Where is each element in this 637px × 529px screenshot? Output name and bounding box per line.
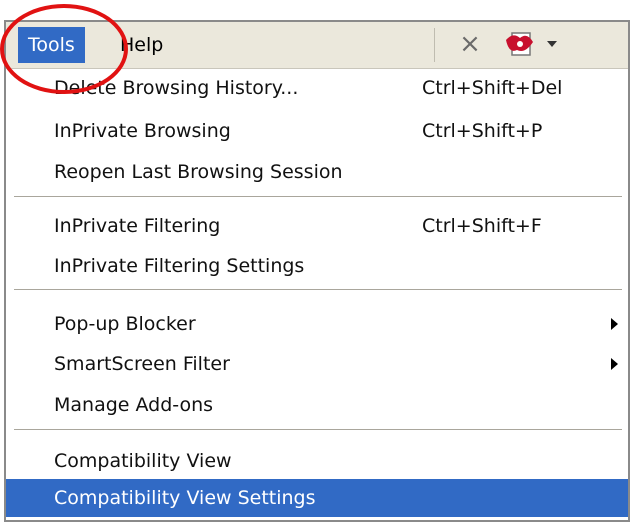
menu-item-inprivate-filtering[interactable]: InPrivate Filtering Ctrl+Shift+F [6,207,628,245]
pdf-icon[interactable] [503,30,537,60]
menu-item-delete-browsing-history[interactable]: Delete Browsing History... Ctrl+Shift+De… [6,69,628,107]
submenu-arrow-icon [611,358,618,370]
menu-item-label: InPrivate Filtering [54,215,221,237]
menu-item-shortcut: Ctrl+Shift+P [422,120,543,142]
menu-separator [14,196,622,198]
tools-dropdown-menu: Delete Browsing History... Ctrl+Shift+De… [6,69,628,520]
menu-item-label: SmartScreen Filter [54,353,230,375]
menu-item-inprivate-browsing[interactable]: InPrivate Browsing Ctrl+Shift+P [6,112,628,150]
menu-item-manage-addons[interactable]: Manage Add-ons [6,386,628,424]
menu-bar: Tools Help × [6,22,628,69]
menu-item-shortcut: Ctrl+Shift+F [422,215,542,237]
toolbar-separator [434,28,435,62]
menu-item-shortcut: Ctrl+Shift+Del [422,77,563,99]
menu-item-label: InPrivate Browsing [54,120,231,142]
menu-item-popup-blocker[interactable]: Pop-up Blocker [6,305,628,343]
menu-item-label: Compatibility View Settings [54,487,316,509]
chevron-down-icon[interactable] [547,41,557,47]
menu-tools[interactable]: Tools [18,27,85,63]
submenu-arrow-icon [611,318,618,330]
menu-help[interactable]: Help [110,27,173,63]
menu-item-reopen-last-session[interactable]: Reopen Last Browsing Session [6,153,628,191]
menu-item-label: InPrivate Filtering Settings [54,255,305,277]
menu-item-label: Manage Add-ons [54,394,214,416]
menu-separator [14,289,622,291]
menu-item-compatibility-view-settings[interactable]: Compatibility View Settings [6,479,628,517]
close-icon[interactable]: × [456,29,484,59]
menu-separator [14,429,622,431]
menu-item-label: Compatibility View [54,450,232,472]
menu-item-compatibility-view[interactable]: Compatibility View [6,442,628,480]
menu-item-label: Delete Browsing History... [54,77,299,99]
menu-item-label: Reopen Last Browsing Session [54,161,343,183]
menu-item-inprivate-filtering-settings[interactable]: InPrivate Filtering Settings [6,247,628,285]
menu-item-label: Pop-up Blocker [54,313,196,335]
menu-item-smartscreen-filter[interactable]: SmartScreen Filter [6,345,628,383]
